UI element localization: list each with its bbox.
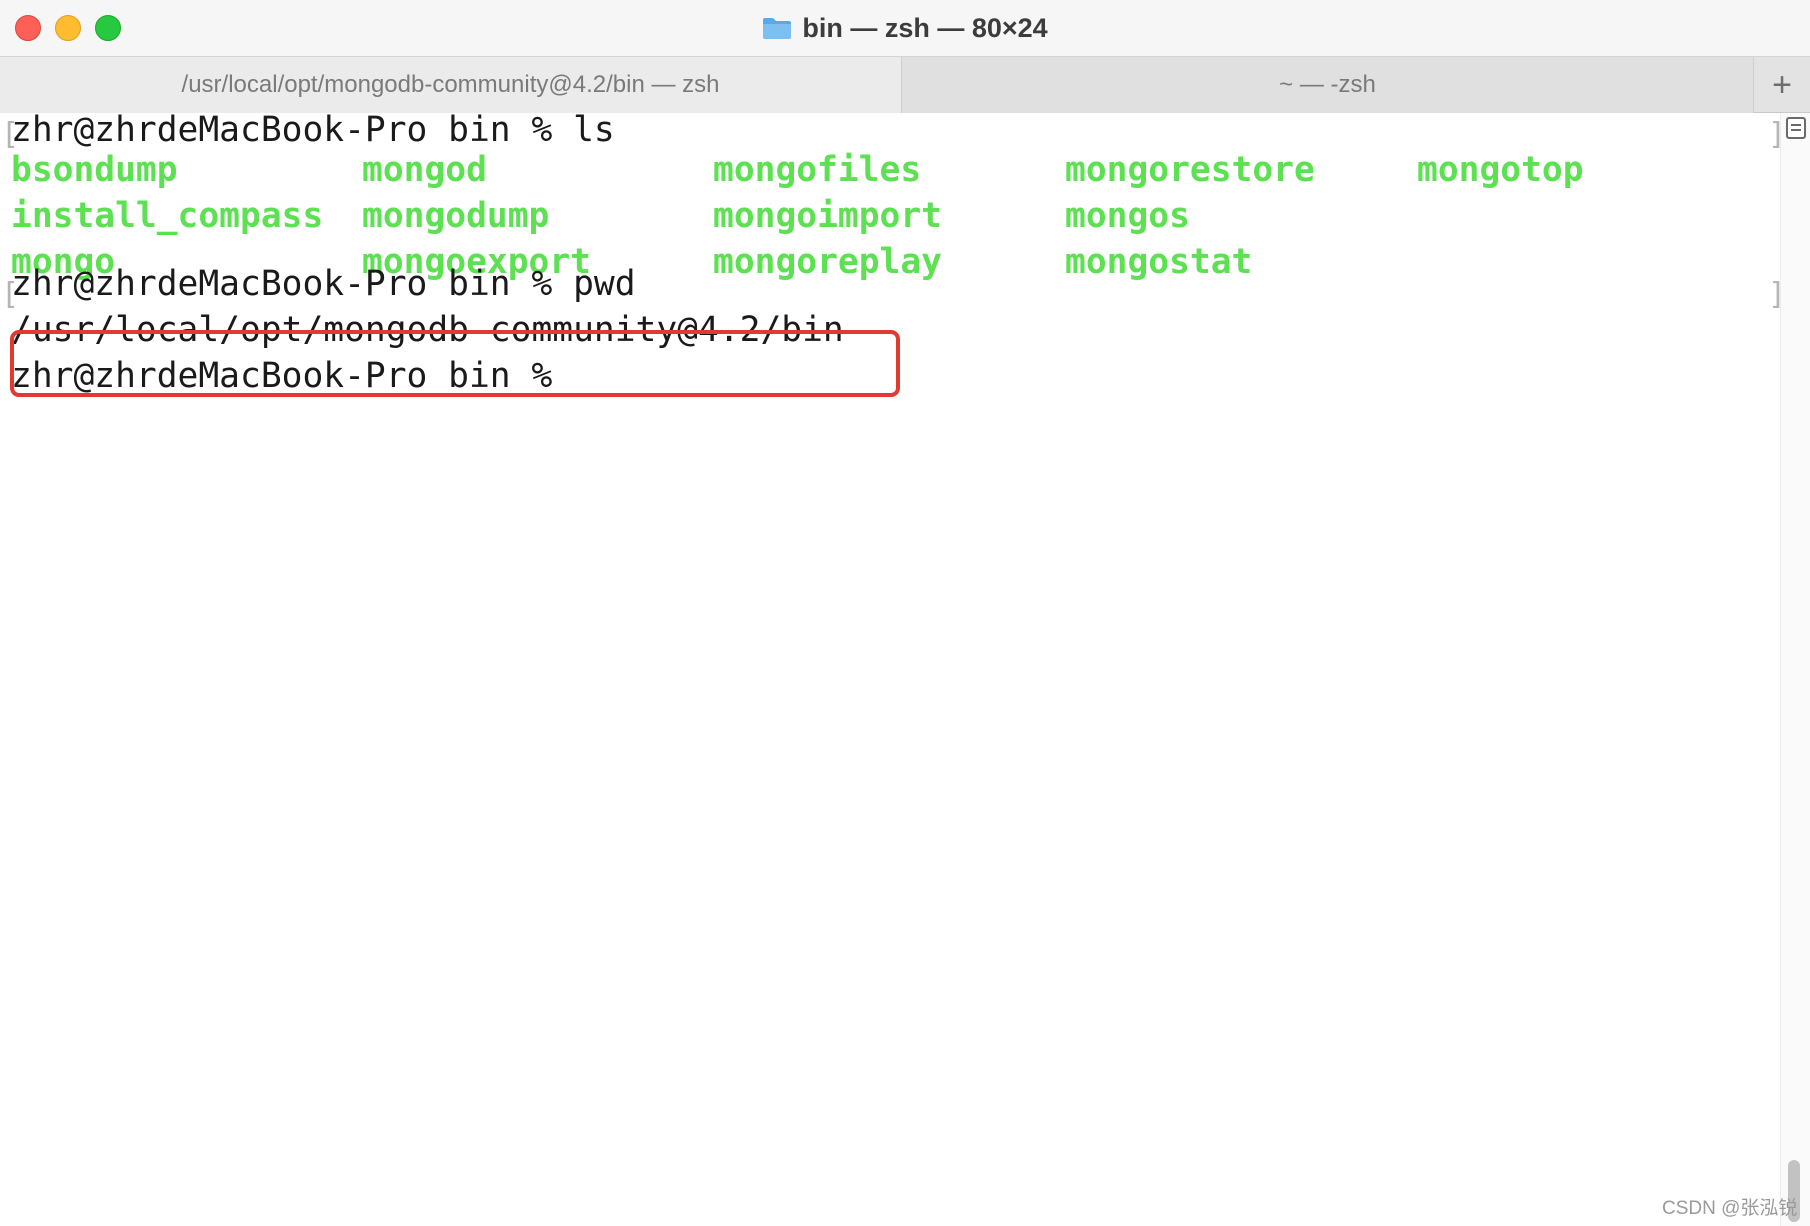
tab-label: /usr/local/opt/mongodb-community@4.2/bin… [181,71,720,98]
terminal-content[interactable]: [ ] zhr@zhrdeMacBook-Pro bin % ls bsondu… [0,110,1786,1226]
tab-mongodb-bin[interactable]: /usr/local/opt/mongodb-community@4.2/bin… [0,57,902,113]
ls-item: mongofiles [713,150,922,190]
ls-item: mongod [362,150,487,190]
ls-item: mongostat [1065,242,1253,282]
ls-item: mongoreplay [713,242,942,282]
ls-item: mongos [1065,196,1190,236]
title-bar[interactable]: bin — zsh — 80×24 [0,0,1810,56]
watermark: CSDN @张泓锐 [1662,1198,1798,1219]
folder-icon [763,18,792,39]
ls-item: mongoimport [713,196,942,236]
window-title: bin — zsh — 80×24 [802,12,1048,43]
ls-item: bsondump [11,150,178,190]
ls-item: mongorestore [1065,150,1315,190]
tab-bar: /usr/local/opt/mongodb-community@4.2/bin… [0,56,1810,113]
window-title-group: bin — zsh — 80×24 [0,0,1810,56]
split-pane-icon[interactable] [1786,117,1806,139]
tab-label: ~ — -zsh [1279,71,1376,98]
ls-item: mongotop [1417,150,1584,190]
new-tab-button[interactable]: + [1754,57,1810,113]
plus-icon: + [1772,65,1792,104]
terminal-window: bin — zsh — 80×24 /usr/local/opt/mongodb… [0,0,1810,1226]
scrollbar-track[interactable] [1780,113,1810,1226]
ls-item: install_compass [11,196,324,236]
command-line-pwd: zhr@zhrdeMacBook-Pro bin % pwd [11,264,636,304]
ls-item: mongodump [362,196,550,236]
command-line-idle: zhr@zhrdeMacBook-Pro bin % [11,356,553,396]
tab-home[interactable]: ~ — -zsh [902,57,1754,113]
